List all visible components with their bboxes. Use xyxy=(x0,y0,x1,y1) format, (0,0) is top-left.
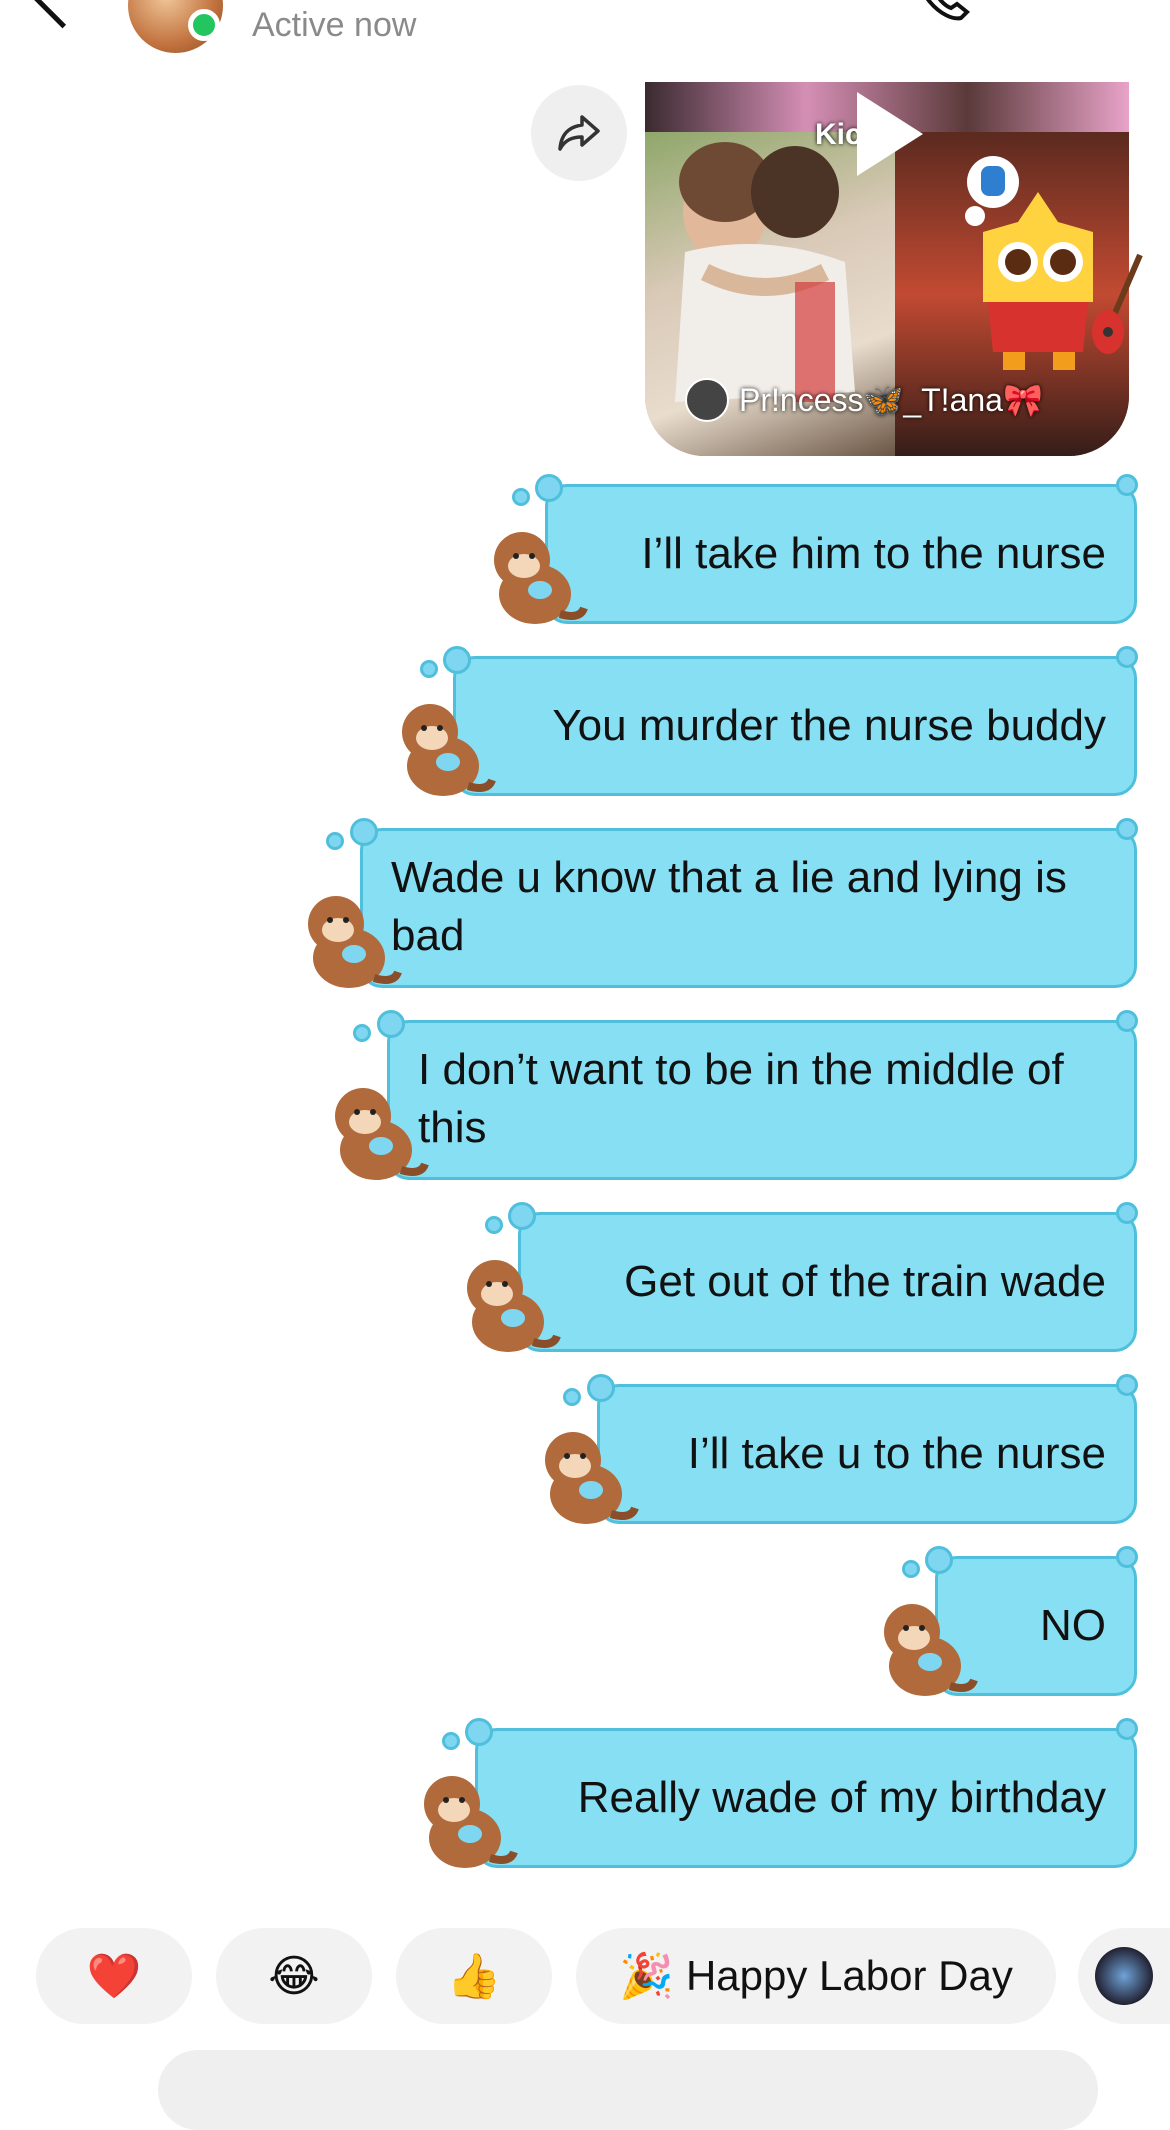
message-bubble[interactable]: You murder the nurse buddy xyxy=(453,656,1137,796)
thumbs-up-icon: 👍 xyxy=(446,1952,502,2001)
creator-avatar xyxy=(685,378,729,422)
guitar-icon xyxy=(1092,253,1143,354)
otter-sticker xyxy=(308,896,402,988)
bubble-decoration xyxy=(443,646,471,674)
otter-sticker xyxy=(467,1260,561,1352)
otter-sticker xyxy=(335,1088,429,1180)
message-input-bar[interactable] xyxy=(158,2050,1098,2130)
back-chevron-icon[interactable] xyxy=(30,0,95,29)
bubble-decoration xyxy=(587,1374,615,1402)
message-text: I’ll take u to the nurse xyxy=(687,1429,1106,1478)
reaction-heart-button[interactable]: ❤️ xyxy=(36,1928,192,2024)
bubble-decoration xyxy=(508,1202,536,1230)
message-text: I don’t want to be in the middle of this xyxy=(418,1045,1064,1152)
video-label: Kic xyxy=(815,118,862,151)
bubble-decoration xyxy=(925,1546,953,1574)
message-bubble[interactable]: I’ll take u to the nurse xyxy=(597,1384,1137,1524)
message-text: I’ll take him to the nurse xyxy=(641,529,1106,578)
share-arrow-icon xyxy=(558,115,600,151)
flag-umbrella-icon: 🎉 xyxy=(619,1952,674,2001)
otter-sticker xyxy=(545,1432,639,1524)
share-button[interactable] xyxy=(531,85,627,181)
laughing-face-icon: 😂 xyxy=(268,1951,320,2001)
chat-header: Active now xyxy=(0,0,1170,70)
bubble-decoration xyxy=(1116,1546,1138,1568)
message-text: You murder the nurse buddy xyxy=(552,701,1106,750)
otter-sticker xyxy=(884,1604,978,1696)
message-text: Really wade of my birthday xyxy=(577,1773,1106,1822)
bubble-decoration xyxy=(1116,1718,1138,1740)
message-text: Get out of the train wade xyxy=(624,1257,1106,1306)
bubble-decoration xyxy=(1116,646,1138,668)
message-bubble[interactable]: Get out of the train wade xyxy=(518,1212,1137,1352)
otter-sticker xyxy=(402,704,496,796)
creator-name: Pr!ncess🦋_T!ana🎀 xyxy=(739,382,1043,418)
bubble-decoration xyxy=(535,474,563,502)
more-options-icon[interactable] xyxy=(1040,0,1100,2)
bubble-decoration xyxy=(563,1388,581,1406)
reaction-label: Happy Labor Day xyxy=(685,1952,1013,1999)
message-text: NO xyxy=(1040,1601,1106,1650)
video-caption: Pr!ncess🦋_T!ana🎀 xyxy=(685,378,1043,422)
otter-sticker xyxy=(424,1776,518,1868)
bubble-decoration xyxy=(377,1010,405,1038)
happy-labor-day-button[interactable]: 🎉 Happy Labor Day xyxy=(576,1928,1056,2024)
bubble-decoration xyxy=(1116,818,1138,840)
message-bubble[interactable]: Wade u know that a lie and lying is bad xyxy=(360,828,1137,988)
bubble-decoration xyxy=(442,1732,460,1750)
message-bubble[interactable]: Really wade of my birthday xyxy=(475,1728,1137,1868)
phone-icon[interactable] xyxy=(915,0,975,25)
bubble-decoration xyxy=(350,818,378,846)
quick-reaction-bar: ❤️ 😂 👍 🎉 Happy Labor Day xyxy=(0,1928,1170,2028)
bubble-decoration xyxy=(420,660,438,678)
bubble-decoration xyxy=(1116,1010,1138,1032)
otter-sticker xyxy=(494,532,588,624)
bubble-decoration xyxy=(353,1024,371,1042)
bubble-decoration xyxy=(465,1718,493,1746)
sticker-suggestion-button[interactable] xyxy=(1078,1928,1170,2024)
shared-video-card[interactable]: Kic Pr!ncess🦋_T!ana🎀 xyxy=(645,82,1129,456)
reaction-laugh-button[interactable]: 😂 xyxy=(216,1928,372,2024)
bubble-decoration xyxy=(1116,1202,1138,1224)
active-status-text: Active now xyxy=(252,6,417,44)
bubble-decoration xyxy=(512,488,530,506)
message-text: Wade u know that a lie and lying is bad xyxy=(391,853,1067,960)
bubble-decoration xyxy=(485,1216,503,1234)
bubble-decoration xyxy=(1116,1374,1138,1396)
message-bubble[interactable]: I don’t want to be in the middle of this xyxy=(387,1020,1137,1180)
sticker-thumbnail xyxy=(1095,1947,1153,2005)
reaction-thumbs-up-button[interactable]: 👍 xyxy=(396,1928,552,2024)
heart-icon: ❤️ xyxy=(86,1952,142,2001)
message-bubble[interactable]: I’ll take him to the nurse xyxy=(545,484,1137,624)
bubble-decoration xyxy=(902,1560,920,1578)
play-icon[interactable] xyxy=(857,92,923,176)
bubble-decoration xyxy=(1116,474,1138,496)
bubble-decoration xyxy=(326,832,344,850)
online-status-dot xyxy=(188,9,220,41)
